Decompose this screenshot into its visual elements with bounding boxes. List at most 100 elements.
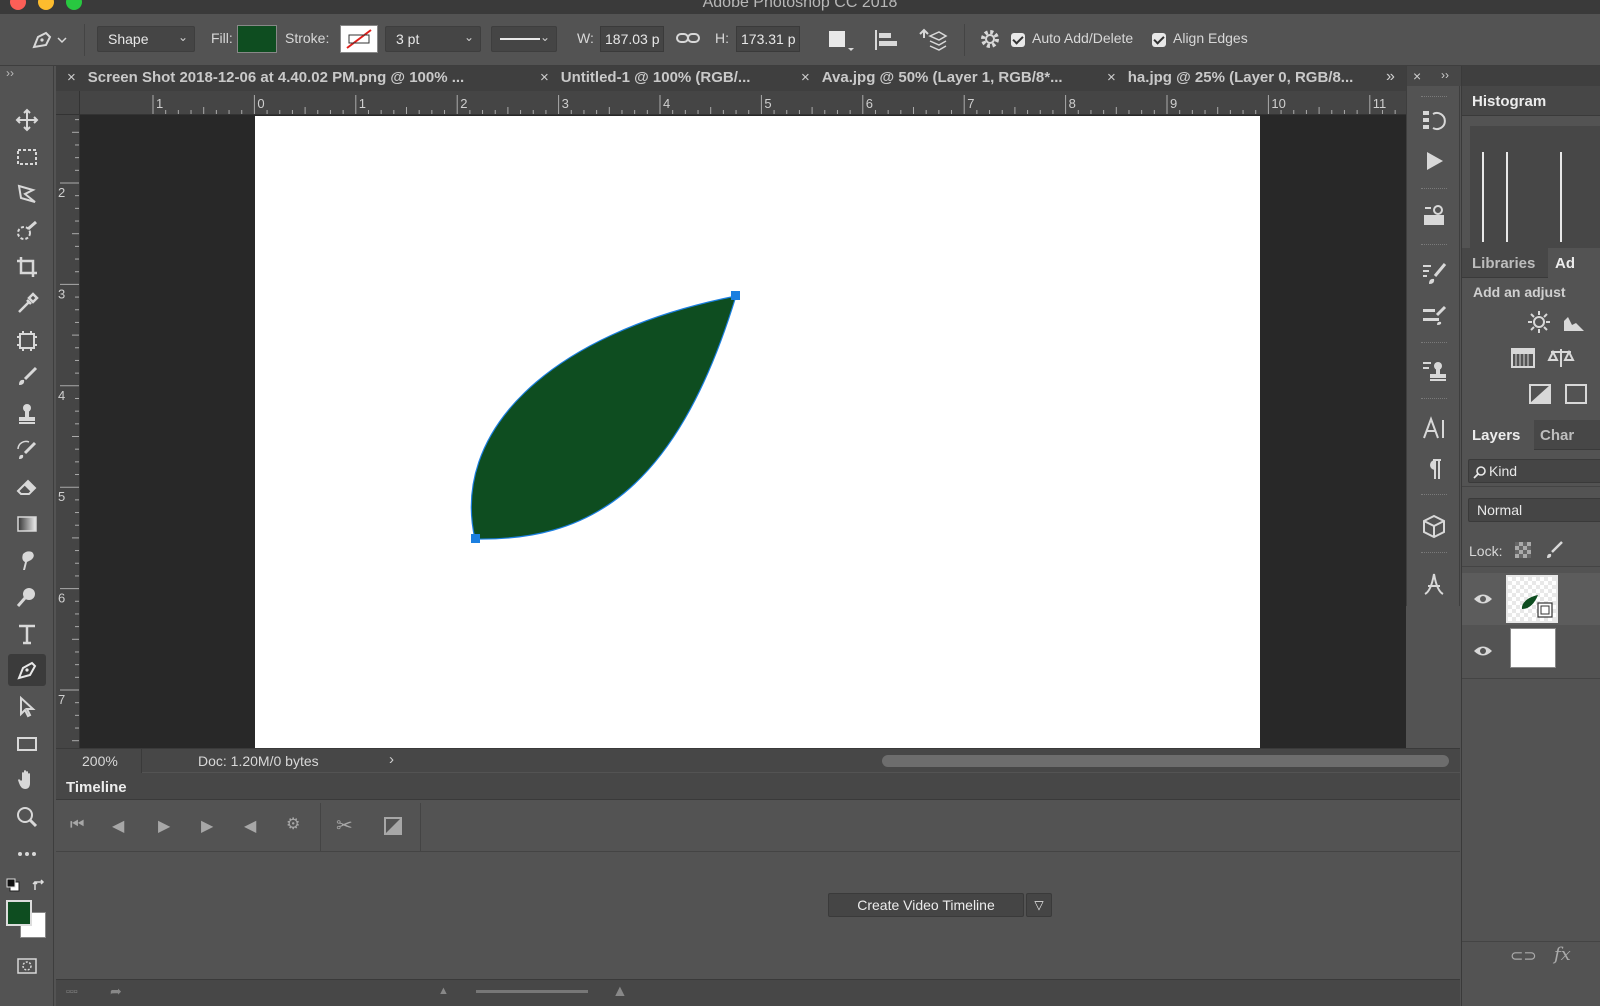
history-panel-icon[interactable] bbox=[1419, 106, 1449, 136]
anchor-point[interactable] bbox=[731, 291, 740, 300]
height-field[interactable]: 173.31 p bbox=[736, 26, 800, 52]
stroke-swatch[interactable] bbox=[340, 25, 378, 53]
dodge-tool[interactable] bbox=[8, 581, 46, 613]
tool-mode-dropdown[interactable]: Shape ⌄ bbox=[97, 26, 195, 52]
expand-panels-icon[interactable]: ›› bbox=[1441, 68, 1449, 82]
visibility-eye-icon[interactable] bbox=[1473, 592, 1493, 609]
timeline-title[interactable]: Timeline bbox=[66, 779, 127, 796]
tab-layers[interactable]: Layers bbox=[1472, 427, 1520, 444]
rectangle-tool[interactable] bbox=[8, 728, 46, 760]
collapse-arrows-icon[interactable]: ›› bbox=[6, 66, 14, 80]
next-frame-icon[interactable]: ▶︎ bbox=[201, 816, 213, 836]
eraser-tool[interactable] bbox=[8, 471, 46, 503]
character-panel-icon[interactable] bbox=[1419, 414, 1449, 444]
first-frame-icon[interactable]: ⏮ bbox=[70, 816, 84, 834]
ruler-origin[interactable] bbox=[56, 91, 80, 115]
actions-panel-icon[interactable] bbox=[1419, 146, 1449, 176]
align-edges-checkbox[interactable] bbox=[1152, 33, 1166, 47]
marquee-tool[interactable] bbox=[8, 141, 46, 173]
pen-tool-preset-picker[interactable] bbox=[28, 28, 68, 52]
path-alignment-button[interactable] bbox=[872, 28, 902, 52]
tab-channels[interactable]: Char bbox=[1540, 427, 1574, 444]
invert-icon[interactable] bbox=[1528, 383, 1554, 407]
path-operations-button[interactable] bbox=[826, 28, 856, 52]
swap-colors-icon[interactable] bbox=[32, 878, 46, 892]
type-tool[interactable] bbox=[8, 618, 46, 650]
blend-mode-dropdown[interactable]: Normal bbox=[1468, 498, 1600, 522]
canvas[interactable] bbox=[255, 116, 1260, 748]
eyedropper-tool[interactable] bbox=[8, 288, 46, 320]
link-layers-icon[interactable]: ⊂⊃ bbox=[1510, 946, 1537, 966]
close-icon[interactable]: × bbox=[801, 69, 810, 86]
posterize-icon[interactable] bbox=[1564, 383, 1590, 407]
brushes-panel-icon[interactable] bbox=[1419, 301, 1449, 331]
status-menu-icon[interactable]: › bbox=[389, 751, 394, 768]
close-icon[interactable]: × bbox=[540, 69, 549, 86]
quick-selection-tool[interactable] bbox=[8, 215, 46, 247]
playback-settings-icon[interactable]: ⚙ bbox=[286, 814, 300, 834]
tab-document-2[interactable]: × Untitled-1 @ 100% (RGB/... bbox=[540, 66, 750, 91]
timeline-type-dropdown[interactable]: ▽ bbox=[1026, 893, 1052, 917]
brightness-contrast-icon[interactable] bbox=[1526, 309, 1554, 335]
brush-settings-panel-icon[interactable] bbox=[1419, 259, 1449, 289]
hand-tool[interactable] bbox=[8, 764, 46, 796]
fill-swatch[interactable] bbox=[237, 25, 277, 53]
play-icon[interactable]: ▶︎ bbox=[158, 816, 170, 836]
pen-tool[interactable] bbox=[8, 654, 46, 686]
tab-histogram[interactable]: Histogram bbox=[1472, 93, 1546, 110]
properties-panel-icon[interactable] bbox=[1419, 201, 1449, 231]
lasso-tool[interactable] bbox=[8, 178, 46, 210]
zoom-out-icon[interactable]: ▲ bbox=[438, 985, 449, 997]
tab-document-4[interactable]: × ha.jpg @ 25% (Layer 0, RGB/8... bbox=[1107, 66, 1353, 91]
clone-source-panel-icon[interactable] bbox=[1419, 356, 1449, 386]
tab-document-3[interactable]: × Ava.jpg @ 50% (Layer 1, RGB/8*... bbox=[801, 66, 1063, 91]
tab-document-1[interactable]: × Screen Shot 2018-12-06 at 4.40.02 PM.pn… bbox=[67, 66, 464, 91]
gradient-tool[interactable] bbox=[8, 508, 46, 540]
layer-row-shape[interactable] bbox=[1462, 573, 1600, 625]
3d-panel-icon[interactable] bbox=[1419, 511, 1449, 541]
lock-pixels-icon[interactable] bbox=[1544, 540, 1564, 560]
layer-filter-dropdown[interactable]: Kind bbox=[1468, 459, 1600, 483]
visibility-eye-icon[interactable] bbox=[1473, 644, 1493, 661]
path-options-button[interactable] bbox=[976, 26, 1004, 54]
paragraph-panel-icon[interactable] bbox=[1419, 454, 1449, 484]
audio-icon[interactable]: ◀ bbox=[244, 816, 256, 836]
more-tabs-icon[interactable]: » bbox=[1386, 68, 1395, 86]
horizontal-scrollbar[interactable] bbox=[882, 755, 1449, 767]
anchor-point[interactable] bbox=[471, 534, 480, 543]
transition-icon[interactable] bbox=[384, 817, 402, 835]
close-icon[interactable]: × bbox=[1413, 68, 1421, 84]
glyphs-panel-icon[interactable] bbox=[1419, 569, 1449, 599]
previous-frame-icon[interactable]: ◀︎ bbox=[112, 816, 124, 836]
smudge-tool[interactable] bbox=[8, 544, 46, 576]
frame-grid-icon[interactable]: ▫▫▫ bbox=[66, 986, 78, 998]
brush-tool[interactable] bbox=[8, 361, 46, 393]
close-icon[interactable]: × bbox=[67, 69, 76, 86]
stroke-type-dropdown[interactable]: ⌄ bbox=[491, 26, 557, 52]
close-icon[interactable]: × bbox=[1107, 69, 1116, 86]
zoom-tool[interactable] bbox=[8, 801, 46, 833]
width-field[interactable]: 187.03 p bbox=[600, 26, 664, 52]
scissors-icon[interactable]: ✂ bbox=[336, 813, 353, 838]
path-selection-tool[interactable] bbox=[8, 691, 46, 723]
default-colors-icon[interactable] bbox=[6, 878, 20, 892]
layer-row-background[interactable] bbox=[1462, 625, 1600, 677]
frame-tool[interactable] bbox=[8, 325, 46, 357]
clone-stamp-tool[interactable] bbox=[8, 398, 46, 430]
move-tool[interactable] bbox=[8, 104, 46, 136]
timeline-zoom-slider[interactable] bbox=[476, 990, 588, 993]
leaf-shape-layer[interactable] bbox=[255, 116, 1260, 748]
zoom-level[interactable]: 200% bbox=[82, 753, 118, 769]
levels-icon[interactable] bbox=[1562, 313, 1586, 333]
zoom-in-icon[interactable]: ▲ bbox=[612, 983, 628, 1001]
tab-libraries[interactable]: Libraries bbox=[1472, 255, 1535, 272]
create-video-timeline-button[interactable]: Create Video Timeline bbox=[828, 893, 1024, 917]
auto-add-delete-checkbox[interactable] bbox=[1011, 33, 1025, 47]
link-dimensions-button[interactable] bbox=[674, 28, 702, 50]
quick-mask-button[interactable] bbox=[8, 950, 46, 982]
fx-icon[interactable]: fx bbox=[1554, 944, 1571, 965]
edit-toolbar-button[interactable] bbox=[8, 838, 46, 870]
foreground-color-swatch[interactable] bbox=[6, 900, 32, 926]
lock-transparent-icon[interactable] bbox=[1515, 542, 1531, 558]
crop-tool[interactable] bbox=[8, 251, 46, 283]
